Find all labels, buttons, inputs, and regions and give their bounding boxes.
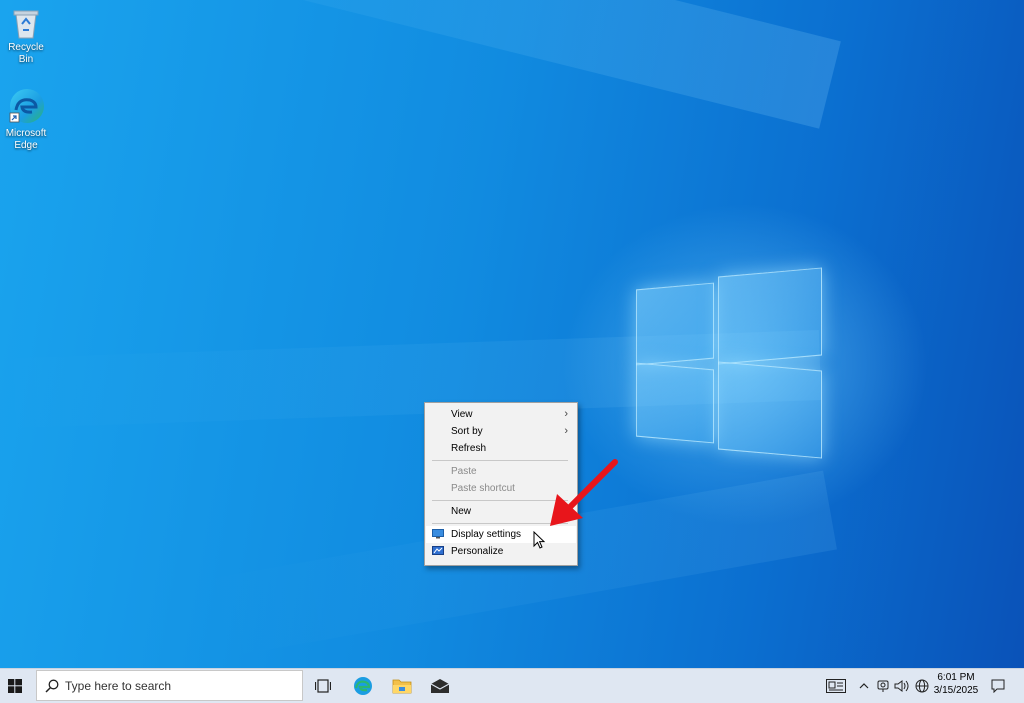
mail-icon <box>430 679 450 693</box>
clock-time: 6:01 PM <box>937 672 975 683</box>
chevron-right-icon: › <box>564 425 568 437</box>
action-center-button[interactable] <box>986 669 1010 703</box>
windows-logo-icon <box>8 679 22 693</box>
task-view-button[interactable] <box>305 669 341 703</box>
taskbar-file-explorer-button[interactable] <box>384 669 420 703</box>
desktop-icon-label: Microsoft Edge <box>5 128 47 151</box>
chevron-right-icon: › <box>564 408 568 420</box>
taskbar-clock[interactable]: 6:01 PM 3/15/2025 <box>928 671 984 697</box>
desktop-icon-recycle-bin[interactable]: Recycle Bin <box>0 6 52 66</box>
edge-icon <box>9 89 44 123</box>
meet-now-icon <box>877 680 889 692</box>
windows-logo-wallpaper <box>636 267 822 460</box>
annotation-arrow-icon <box>550 459 618 526</box>
taskbar-edge-button[interactable] <box>345 669 381 703</box>
desktop-background[interactable]: Recycle Bin Microsoft Edge View › Sort b… <box>0 0 1024 668</box>
desktop-icon-microsoft-edge[interactable]: Microsoft Edge <box>0 86 52 152</box>
personalize-icon <box>432 546 444 555</box>
edge-icon <box>354 677 372 695</box>
search-icon <box>45 679 59 693</box>
search-placeholder: Type here to search <box>65 679 172 693</box>
volume-button[interactable] <box>893 669 911 703</box>
desktop-icon-label: Recycle Bin <box>8 42 44 65</box>
recycle-bin-icon <box>13 10 39 39</box>
clock-date: 3/15/2025 <box>933 685 979 696</box>
menu-item-view[interactable]: View › <box>426 406 576 423</box>
menu-item-sort-by[interactable]: Sort by › <box>426 423 576 440</box>
volume-icon <box>894 680 909 692</box>
meet-now-button[interactable] <box>875 669 891 703</box>
mouse-cursor-icon <box>533 531 546 549</box>
light-beam <box>52 0 841 129</box>
action-center-icon <box>991 679 1005 693</box>
chevron-up-icon <box>859 683 869 689</box>
task-view-icon <box>315 679 331 693</box>
display-icon <box>432 529 444 539</box>
taskbar: Type here to search 6:01 PM 3/15/2025 <box>0 668 1024 703</box>
menu-item-personalize[interactable]: Personalize <box>426 543 576 560</box>
menu-item-refresh[interactable]: Refresh <box>426 440 576 457</box>
show-hidden-icons-button[interactable] <box>856 669 872 703</box>
network-icon <box>915 679 929 693</box>
taskbar-mail-button[interactable] <box>422 669 458 703</box>
taskbar-search-box[interactable]: Type here to search <box>36 670 303 701</box>
start-button[interactable] <box>0 669 32 703</box>
file-explorer-icon <box>392 679 412 694</box>
news-widget-icon <box>826 679 846 693</box>
news-widget-button[interactable] <box>824 669 850 703</box>
